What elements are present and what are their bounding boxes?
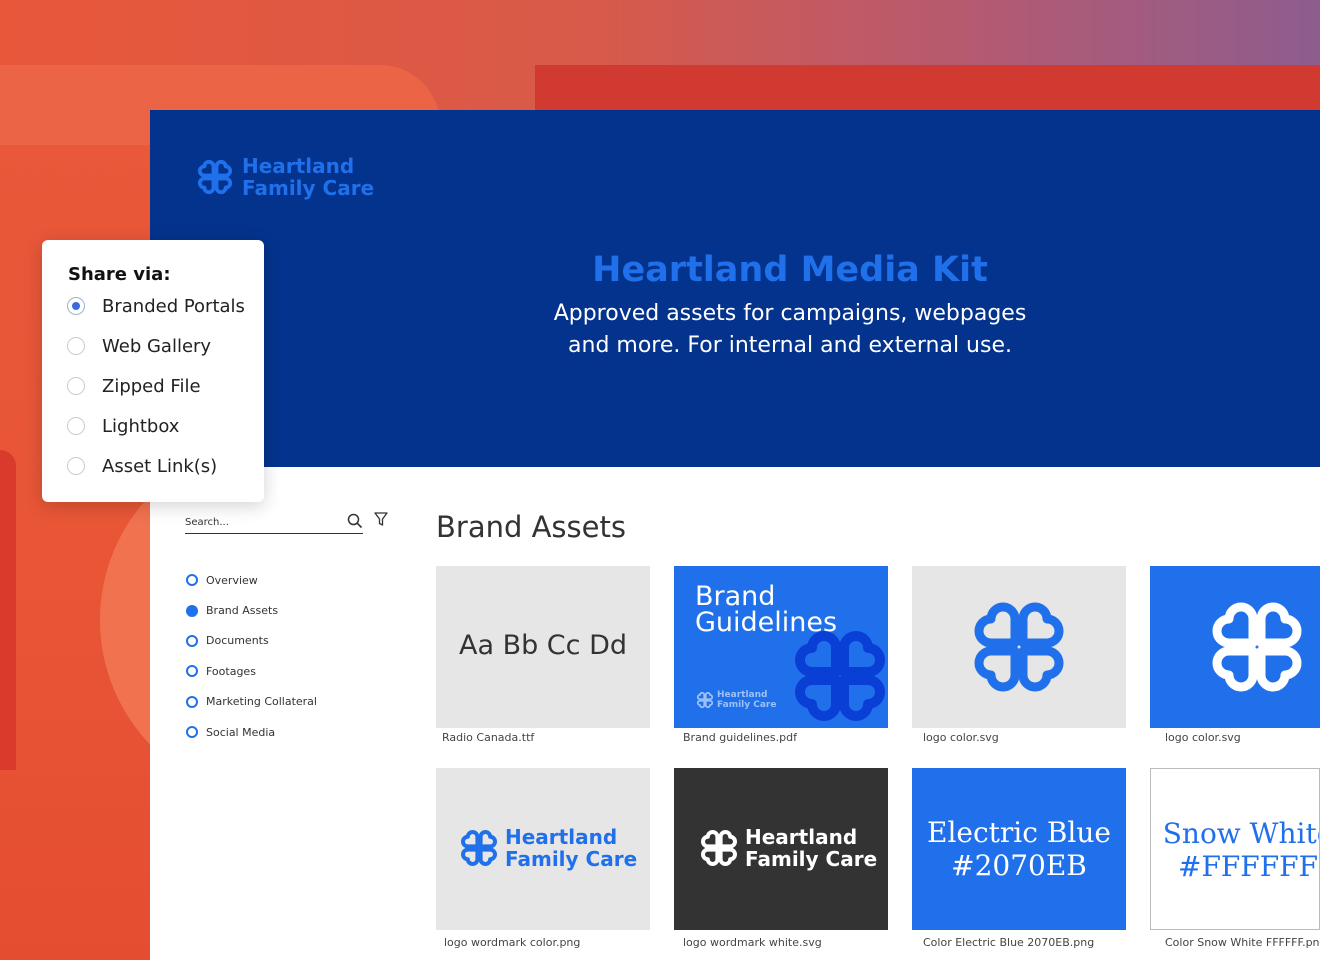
- asset-tile-wordmark-color[interactable]: Heartland Family Care: [436, 768, 650, 930]
- logo-line-2: Family Care: [717, 700, 777, 710]
- asset-tile-brand-guidelines[interactable]: Brand Guidelines Heartland Family Care: [674, 566, 888, 728]
- asset-filename: logo wordmark color.png: [444, 936, 581, 949]
- radio-button[interactable]: [67, 337, 85, 355]
- asset-filename: Color Snow White FFFFFF.png: [1165, 936, 1320, 949]
- share-option-label: Web Gallery: [102, 335, 212, 357]
- share-option-label: Lightbox: [102, 415, 180, 437]
- hero-banner: Heartland Family Care Heartland Media Ki…: [150, 110, 1320, 467]
- logo-line-1: Heartland: [717, 690, 768, 700]
- logo-wordmark: Heartland Family Care: [242, 155, 374, 199]
- category-nav: Overview Brand Assets Documents Footages…: [186, 565, 317, 747]
- color-name: Snow White: [1162, 817, 1320, 850]
- asset-tile-logo-color[interactable]: [912, 566, 1126, 728]
- nav-item-label: Marketing Collateral: [206, 695, 317, 709]
- logo-line-1: Heartland: [745, 825, 858, 849]
- logo-wordmark: Heartland Family Care: [505, 826, 637, 870]
- heartland-logo-icon: [1212, 602, 1302, 692]
- search-input[interactable]: [185, 516, 335, 528]
- share-option-lightbox[interactable]: Lightbox: [67, 406, 245, 446]
- nav-item-label: Brand Assets: [206, 604, 279, 618]
- radio-button[interactable]: [67, 297, 85, 315]
- search-box: [185, 511, 363, 534]
- search-icon[interactable]: [347, 513, 363, 529]
- asset-filename: Color Electric Blue 2070EB.png: [923, 936, 1095, 949]
- share-option-branded-portals[interactable]: Branded Portals: [67, 286, 245, 326]
- asset-filename: Brand guidelines.pdf: [683, 731, 797, 744]
- logo-wordmark: Heartland Family Care: [745, 826, 877, 870]
- heartland-logo-icon: [974, 602, 1064, 692]
- background-shape: [0, 450, 16, 770]
- heartland-logo-icon: [701, 830, 737, 866]
- nav-radio: [186, 604, 198, 617]
- wordmark-preview: Heartland Family Care: [459, 826, 637, 870]
- radio-button[interactable]: [67, 457, 85, 475]
- heartland-logo-icon: [197, 159, 233, 195]
- heartland-logo-icon: [795, 631, 885, 721]
- nav-item-footages[interactable]: Footages: [186, 656, 317, 686]
- hero-subtitle-line-1: Approved assets for campaigns, webpages: [553, 301, 1027, 326]
- color-swatch-label: Snow White #FFFFFF: [1151, 817, 1320, 883]
- color-hex: #2070EB: [951, 849, 1087, 882]
- color-swatch-label: Electric Blue #2070EB: [912, 816, 1126, 882]
- share-option-web-gallery[interactable]: Web Gallery: [67, 326, 245, 366]
- wordmark-preview: Heartland Family Care: [699, 826, 877, 870]
- asset-filename: logo color.svg: [1165, 731, 1241, 744]
- asset-tile-color-electric-blue[interactable]: Electric Blue #2070EB: [912, 768, 1126, 930]
- logo-wordmark: Heartland Family Care: [717, 690, 776, 710]
- nav-item-social-media[interactable]: Social Media: [186, 717, 317, 747]
- share-option-label: Asset Link(s): [102, 455, 218, 477]
- share-option-label: Branded Portals: [102, 295, 245, 317]
- asset-filename: Radio Canada.ttf: [442, 731, 535, 744]
- nav-item-documents[interactable]: Documents: [186, 626, 317, 656]
- brand-logo[interactable]: Heartland Family Care: [196, 155, 374, 199]
- nav-item-label: Footages: [206, 664, 256, 678]
- nav-item-brand-assets[interactable]: Brand Assets: [186, 595, 317, 625]
- logo-line-1: Heartland: [242, 154, 355, 178]
- asset-tile-wordmark-white[interactable]: Heartland Family Care: [674, 768, 888, 930]
- asset-tile-logo-white[interactable]: [1150, 566, 1320, 728]
- asset-tile-font[interactable]: Aa Bb Cc Dd: [436, 566, 650, 728]
- radio-button[interactable]: [67, 417, 85, 435]
- nav-item-overview[interactable]: Overview: [186, 565, 317, 595]
- nav-item-marketing-collateral[interactable]: Marketing Collateral: [186, 687, 317, 717]
- hero-title: Heartland Media Kit: [592, 250, 988, 290]
- share-options: Branded Portals Web Gallery Zipped File …: [67, 286, 245, 486]
- share-option-asset-links[interactable]: Asset Link(s): [67, 446, 245, 486]
- font-preview: Aa Bb Cc Dd: [458, 630, 628, 661]
- asset-tile-color-snow-white[interactable]: Snow White #FFFFFF: [1150, 768, 1320, 930]
- hero-subtitle: Approved assets for campaigns, webpages …: [150, 298, 1320, 362]
- heartland-logo-icon: [696, 691, 714, 709]
- sidebar: Overview Brand Assets Documents Footages…: [150, 467, 410, 960]
- nav-radio: [186, 574, 198, 587]
- nav-radio: [186, 695, 198, 708]
- nav-item-label: Documents: [206, 634, 269, 648]
- share-option-label: Zipped File: [102, 375, 201, 397]
- share-panel: Share via: Branded Portals Web Gallery Z…: [42, 240, 264, 502]
- nav-radio: [186, 726, 198, 739]
- filter-icon[interactable]: [374, 511, 388, 527]
- section-title: Brand Assets: [436, 510, 626, 544]
- nav-item-label: Social Media: [206, 725, 276, 739]
- heartland-logo-icon: [461, 830, 497, 866]
- logo-line-2: Family Care: [242, 176, 375, 200]
- media-kit-portal: Heartland Family Care Heartland Media Ki…: [150, 110, 1320, 960]
- logo-line-2: Family Care: [505, 847, 638, 871]
- nav-radio: [186, 634, 198, 647]
- nav-radio: [186, 665, 198, 678]
- hero-subtitle-line-2: and more. For internal and external use.: [568, 333, 1012, 358]
- logo-line-1: Heartland: [505, 825, 618, 849]
- nav-item-label: Overview: [206, 573, 258, 587]
- radio-button[interactable]: [67, 377, 85, 395]
- share-title: Share via:: [68, 264, 171, 285]
- share-option-zipped-file[interactable]: Zipped File: [67, 366, 245, 406]
- logo-line-2: Family Care: [745, 847, 878, 871]
- color-hex: #FFFFFF: [1177, 850, 1319, 883]
- asset-filename: logo wordmark white.svg: [683, 936, 822, 949]
- color-name: Electric Blue: [927, 816, 1111, 849]
- asset-filename: logo color.svg: [923, 731, 999, 744]
- guidelines-small-logo: Heartland Family Care: [696, 690, 776, 710]
